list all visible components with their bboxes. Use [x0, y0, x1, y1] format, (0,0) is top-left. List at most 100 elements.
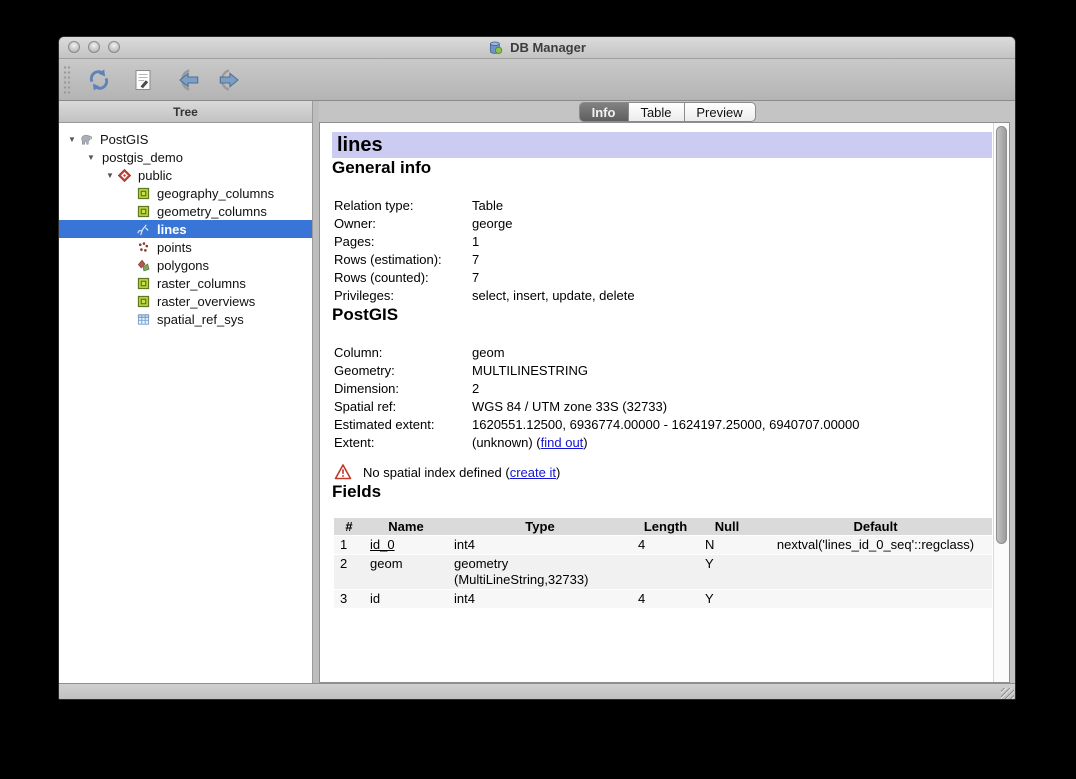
- warning-text-suffix: ): [556, 465, 560, 480]
- export-to-file-button[interactable]: [211, 63, 251, 97]
- line-layer-icon: [136, 221, 153, 237]
- fields-cell: int4: [448, 590, 632, 608]
- info-content: lines General info Relation type:TableOw…: [320, 123, 992, 682]
- expand-arrow-icon[interactable]: ▼: [84, 153, 98, 162]
- import-layer-button[interactable]: [167, 63, 207, 97]
- tree-item-geometry_columns[interactable]: geometry_columns: [59, 202, 312, 220]
- db-manager-window: DB Manager Tree ▼PostGIS▼postgis_demo▼pu…: [58, 36, 1016, 700]
- tab-table[interactable]: Table: [629, 102, 685, 122]
- info-label: Privileges:: [334, 287, 472, 305]
- vertical-scrollbar[interactable]: [993, 123, 1009, 682]
- expand-arrow-icon[interactable]: ▼: [65, 135, 79, 144]
- postgis-info-row: Dimension:2: [334, 380, 992, 398]
- find-out-link[interactable]: find out: [541, 435, 584, 450]
- fields-column-header: #: [334, 518, 364, 535]
- tree-item-points[interactable]: points: [59, 238, 312, 256]
- info-value: MULTILINESTRING: [472, 362, 588, 380]
- refresh-button[interactable]: [79, 63, 119, 97]
- tree-item-public[interactable]: ▼ public: [59, 166, 312, 184]
- tree-item-raster_overviews[interactable]: raster_overviews: [59, 292, 312, 310]
- general-info-heading: General info: [332, 158, 992, 178]
- tree-item-label: public: [134, 168, 172, 183]
- expand-arrow-icon[interactable]: ▼: [103, 171, 117, 180]
- primary-key-field-name: id_0: [370, 537, 395, 552]
- tree-item-lines[interactable]: lines: [59, 220, 312, 238]
- info-value: (unknown) (find out): [472, 434, 588, 452]
- info-label: Owner:: [334, 215, 472, 233]
- info-value: george: [472, 215, 512, 233]
- info-label: Pages:: [334, 233, 472, 251]
- fields-column-header: Type: [448, 518, 632, 535]
- import-layer-icon: [172, 67, 202, 93]
- general-info-row: Relation type:Table: [334, 197, 992, 215]
- export-file-icon: [216, 67, 246, 93]
- general-info-row: Privileges:select, insert, update, delet…: [334, 287, 992, 305]
- postgis-info-row: Extent:(unknown) (find out): [334, 434, 992, 452]
- fields-cell: 1: [334, 536, 364, 554]
- tree-item-label: PostGIS: [96, 132, 148, 147]
- toolbar-drag-handle-icon[interactable]: [63, 65, 71, 95]
- status-bar: [59, 683, 1015, 700]
- detail-area: InfoTablePreview lines General info Rela…: [319, 101, 1015, 683]
- db-manager-icon: [488, 40, 505, 56]
- info-label: Estimated extent:: [334, 416, 472, 434]
- main-area: Tree ▼PostGIS▼postgis_demo▼publicgeograp…: [59, 101, 1015, 683]
- schema-diamond-icon: [117, 167, 134, 183]
- fields-cell: [755, 590, 992, 608]
- info-label: Geometry:: [334, 362, 472, 380]
- tree-item-label: raster_overviews: [153, 294, 255, 309]
- close-button[interactable]: [68, 41, 80, 53]
- tab-preview[interactable]: Preview: [685, 102, 756, 122]
- tree-item-PostGIS[interactable]: ▼ PostGIS: [59, 130, 312, 148]
- fields-column-header: Name: [364, 518, 448, 535]
- window-title-group: DB Manager: [488, 40, 586, 56]
- fields-cell: geometry (MultiLineString,32733): [448, 555, 632, 589]
- warning-text: No spatial index defined (create it): [363, 465, 560, 480]
- warning-triangle-icon: [334, 463, 352, 481]
- title-bar[interactable]: DB Manager: [59, 37, 1015, 59]
- tree-item-postgis_demo[interactable]: ▼postgis_demo: [59, 148, 312, 166]
- fields-table-row: 1id_0int44Nnextval('lines_id_0_seq'::reg…: [334, 536, 992, 554]
- info-label: Column:: [334, 344, 472, 362]
- general-info-row: Pages:1: [334, 233, 992, 251]
- fields-column-header: Null: [699, 518, 755, 535]
- table-green-icon: [136, 203, 153, 219]
- fields-cell: id: [364, 590, 448, 608]
- tree-item-raster_columns[interactable]: raster_columns: [59, 274, 312, 292]
- sql-window-icon: [131, 68, 155, 92]
- tab-info[interactable]: Info: [579, 102, 629, 122]
- info-label: Rows (counted):: [334, 269, 472, 287]
- fields-cell: 3: [334, 590, 364, 608]
- fields-cell: [755, 555, 992, 589]
- tree-item-spatial_ref_sys[interactable]: spatial_ref_sys: [59, 310, 312, 328]
- tree-panel-header: Tree: [59, 101, 312, 123]
- fields-column-header: Default: [755, 518, 992, 535]
- create-index-link[interactable]: create it: [510, 465, 556, 480]
- zoom-button[interactable]: [108, 41, 120, 53]
- minimize-button[interactable]: [88, 41, 100, 53]
- info-label: Spatial ref:: [334, 398, 472, 416]
- info-value: 1: [472, 233, 479, 251]
- polygon-layer-icon: [136, 257, 153, 273]
- table-green-icon: [136, 185, 153, 201]
- table-green-icon: [136, 293, 153, 309]
- fields-cell: 4: [632, 590, 699, 608]
- resize-grip[interactable]: [1001, 688, 1014, 700]
- info-label: Extent:: [334, 434, 472, 452]
- tree-item-label: geometry_columns: [153, 204, 267, 219]
- info-label: Relation type:: [334, 197, 472, 215]
- postgis-info-table: Column:geomGeometry:MULTILINESTRINGDimen…: [334, 344, 992, 452]
- scrollbar-thumb[interactable]: [996, 126, 1007, 544]
- fields-table-row: 3idint44Y: [334, 590, 992, 608]
- info-panel: lines General info Relation type:TableOw…: [319, 122, 1010, 683]
- info-value: Table: [472, 197, 503, 215]
- sql-window-button[interactable]: [123, 63, 163, 97]
- tree-item-polygons[interactable]: polygons: [59, 256, 312, 274]
- tree-panel: Tree ▼PostGIS▼postgis_demo▼publicgeograp…: [59, 101, 313, 683]
- tree-item-label: geography_columns: [153, 186, 274, 201]
- tree-item-label: lines: [153, 222, 187, 237]
- fields-cell: int4: [448, 536, 632, 554]
- general-info-table: Relation type:TableOwner:georgePages:1Ro…: [334, 197, 992, 305]
- postgis-info-row: Estimated extent:1620551.12500, 6936774.…: [334, 416, 992, 434]
- tree-item-geography_columns[interactable]: geography_columns: [59, 184, 312, 202]
